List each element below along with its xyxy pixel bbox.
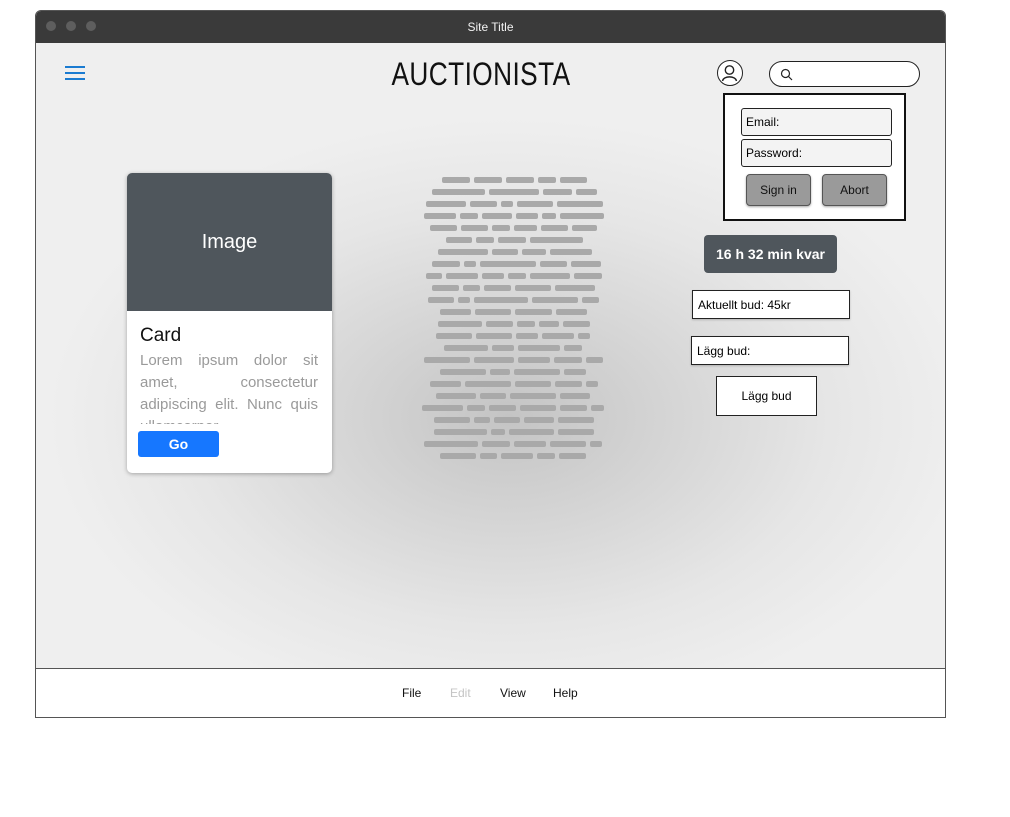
card-text: Lorem ipsum dolor sit amet, consectetur … <box>140 352 318 424</box>
main-content: AUCTIONISTA Email: Password: Sign in Abo… <box>36 43 945 668</box>
menu-icon[interactable] <box>65 66 87 84</box>
email-field[interactable]: Email: <box>741 108 892 136</box>
sign-in-button[interactable]: Sign in <box>746 174 811 206</box>
product-card: Image Card Lorem ipsum dolor sit amet, c… <box>127 173 332 473</box>
text-placeholder-block <box>422 177 604 459</box>
password-field[interactable]: Password: <box>741 139 892 167</box>
abort-button[interactable]: Abort <box>822 174 887 206</box>
site-brand: AUCTIONISTA <box>391 56 571 92</box>
window-title: Site Title <box>467 20 514 34</box>
card-title: Card <box>140 325 182 346</box>
app-window: Site Title AUCTIONISTA Email: Password: <box>35 10 946 718</box>
title-bar: Site Title <box>36 11 945 43</box>
menu-edit[interactable]: Edit <box>450 686 471 700</box>
search-icon <box>780 68 793 81</box>
email-label: Email: <box>746 115 780 129</box>
login-panel: Email: Password: Sign in Abort <box>723 93 906 221</box>
menu-view[interactable]: View <box>500 686 526 700</box>
password-label: Password: <box>746 146 803 160</box>
user-icon[interactable] <box>717 60 743 86</box>
place-bid-button[interactable]: Lägg bud <box>716 376 817 416</box>
time-left-badge: 16 h 32 min kvar <box>704 235 837 273</box>
go-button[interactable]: Go <box>138 431 219 457</box>
current-bid-field: Aktuellt bud: 45kr <box>692 290 850 319</box>
menu-file[interactable]: File <box>402 686 421 700</box>
card-image: Image <box>127 173 332 311</box>
menu-help[interactable]: Help <box>553 686 578 700</box>
bid-input[interactable]: Lägg bud: <box>691 336 849 365</box>
bottom-menu-bar: File Edit View Help <box>36 668 945 717</box>
